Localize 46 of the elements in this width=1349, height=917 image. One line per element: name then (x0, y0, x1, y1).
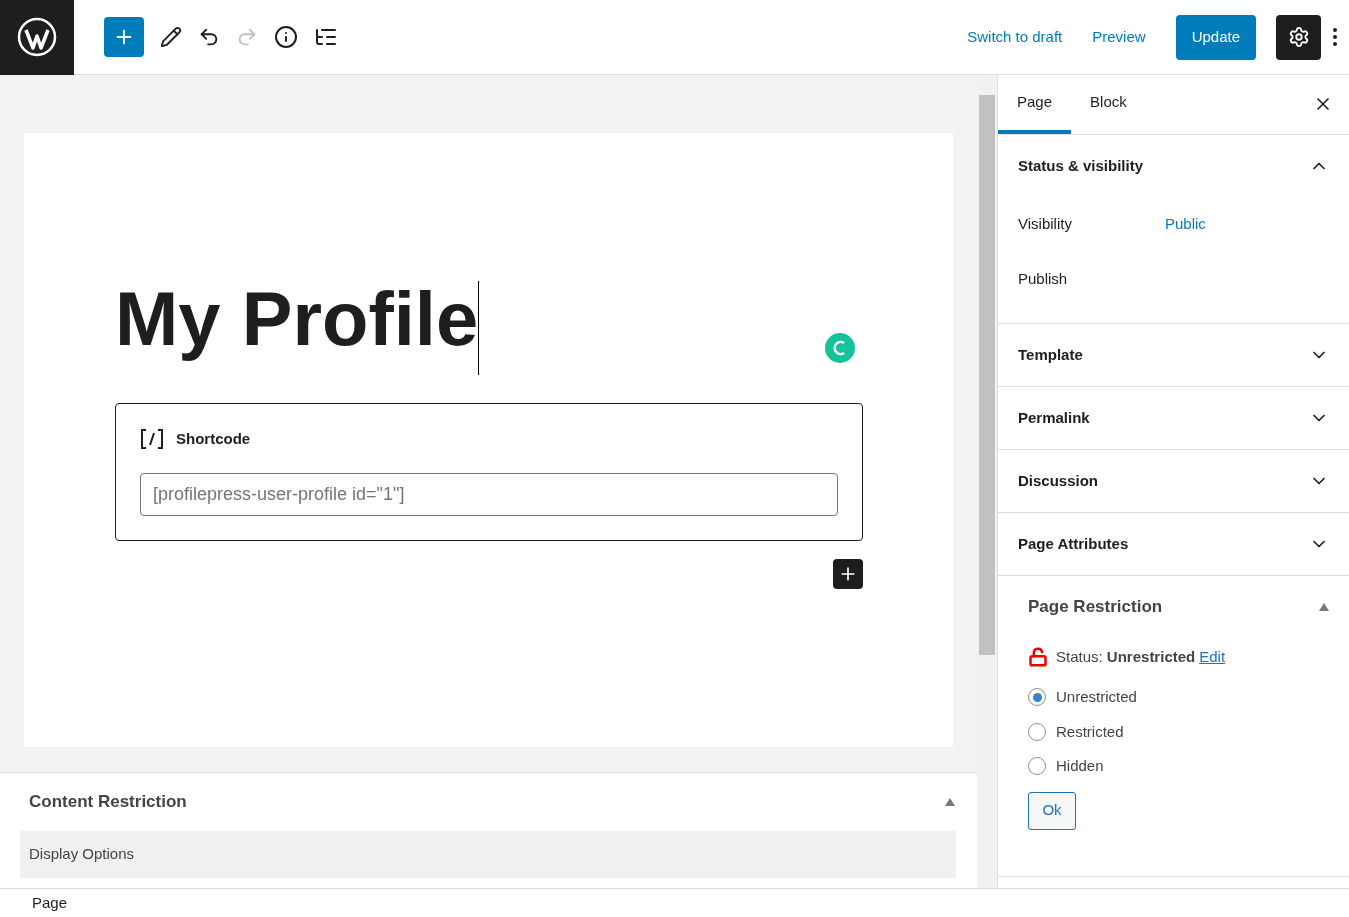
unlocked-icon (1028, 646, 1048, 667)
radio-label: Hidden (1056, 756, 1104, 776)
redo-icon (236, 26, 258, 48)
wordpress-logo-icon (17, 17, 57, 57)
breadcrumb[interactable]: Page (32, 891, 68, 915)
scrollbar-thumb[interactable] (979, 95, 995, 655)
pencil-icon (160, 26, 182, 48)
shortcode-block[interactable]: Shortcode [profilepress-user-profile id="1"] (115, 403, 863, 541)
panel-header[interactable]: Permalink (998, 387, 1349, 449)
add-block-button[interactable] (833, 558, 863, 589)
ok-button[interactable]: Ok (1028, 791, 1076, 830)
scrollbar[interactable] (977, 75, 997, 888)
collapse-triangle-icon[interactable] (1319, 602, 1329, 611)
block-label: Shortcode (176, 429, 251, 449)
panel-header[interactable]: Page Attributes (998, 513, 1349, 575)
panel-header[interactable]: Discussion (998, 450, 1349, 512)
shortcode-input[interactable]: [profilepress-user-profile id="1"] (140, 472, 838, 516)
radio-label: Unrestricted (1056, 687, 1137, 707)
panel-header[interactable]: Template (998, 324, 1349, 386)
sidebar-tab[interactable]: Page (998, 74, 1072, 134)
panel-title: Page Restriction (1028, 596, 1163, 618)
more-icon (1333, 28, 1337, 46)
toolbar-link[interactable]: Preview (1092, 25, 1146, 49)
setting-label: Publish (1018, 269, 1069, 290)
undo-icon (198, 26, 220, 48)
setting-label: Visibility (1018, 214, 1073, 235)
restriction-status: Status: Unrestricted (1056, 646, 1196, 667)
shortcode-icon (140, 428, 164, 451)
grammar-assistant-icon (825, 333, 855, 363)
display-options-tab[interactable]: Display Options (20, 831, 956, 878)
radio-label: Restricted (1056, 721, 1124, 742)
update-button[interactable]: Update (1175, 14, 1256, 60)
meta-box-title: Content Restriction (29, 791, 187, 814)
info-icon (274, 25, 298, 49)
visibility-link[interactable]: Public (1165, 213, 1206, 236)
sidebar-tab[interactable]: Block (1071, 74, 1146, 134)
wordpress-logo[interactable] (0, 0, 74, 75)
page-title[interactable]: My Profile (115, 281, 480, 375)
edit-link[interactable]: Edit (1199, 645, 1226, 668)
panel-header[interactable]: Status & visibility (998, 135, 1349, 197)
settings-icon (1287, 26, 1310, 48)
triangle-up-icon (945, 798, 955, 806)
more-options-button[interactable] (1333, 28, 1337, 46)
settings-button[interactable] (1276, 14, 1321, 60)
toolbar-link[interactable]: Switch to draft (967, 25, 1063, 49)
collapse-toggle[interactable] (945, 798, 955, 806)
